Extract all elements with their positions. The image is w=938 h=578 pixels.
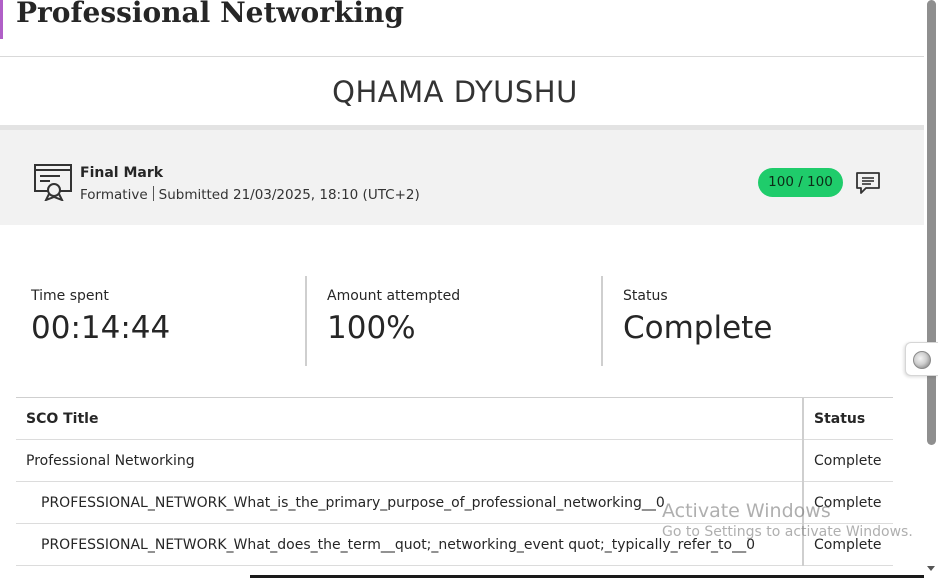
scrollbar-thumb[interactable] [927,0,936,445]
submission-time: Submitted 21/03/2025, 18:10 (UTC+2) [158,187,420,203]
page-title: Professional Networking [16,0,404,29]
assistant-orb-icon [913,351,931,369]
stat-divider [601,276,603,366]
page-header: Professional Networking [0,0,924,57]
scroll-down-arrow-icon[interactable] [927,566,935,571]
activation-watermark-title: Activate Windows [662,500,831,522]
score-badge: 100 / 100 [758,168,843,197]
stat-divider [305,276,307,366]
stat-label: Amount attempted [327,288,461,304]
sco-title-cell: Professional Networking [16,439,803,482]
activation-watermark-subtitle: Go to Settings to activate Windows. [662,524,913,540]
sco-table: SCO Title Status Professional Networking… [16,397,893,566]
sco-status-cell: Complete [802,439,893,482]
title-accent-bar [0,0,3,39]
stat-value: 00:14:44 [31,310,171,346]
comment-icon[interactable] [855,171,881,195]
student-name: QHAMA DYUSHU [332,75,578,109]
column-header-status[interactable]: Status [802,397,893,440]
certificate-icon [34,164,72,201]
table-header-row: SCO Title Status [16,397,893,440]
meta-separator [152,186,154,201]
column-header-sco-title[interactable]: SCO Title [16,397,803,440]
stat-label: Status [623,288,668,304]
stat-label: Time spent [31,288,109,304]
side-panel-handle[interactable] [905,342,938,376]
stat-value: Complete [623,310,773,346]
stat-status: Status Complete [623,276,772,366]
final-mark-label: Final Mark [80,165,164,181]
final-mark-meta: Formative Submitted 21/03/2025, 18:10 (UT… [80,186,420,203]
final-mark-panel: Final Mark Formative Submitted 21/03/2025… [0,125,924,225]
stat-value: 100% [327,310,416,346]
stat-time-spent: Time spent 00:14:44 [31,276,170,366]
table-row: Professional Networking Complete [16,439,893,482]
stat-amount-attempted: Amount attempted 100% [327,276,460,366]
assessment-type: Formative [80,187,148,203]
